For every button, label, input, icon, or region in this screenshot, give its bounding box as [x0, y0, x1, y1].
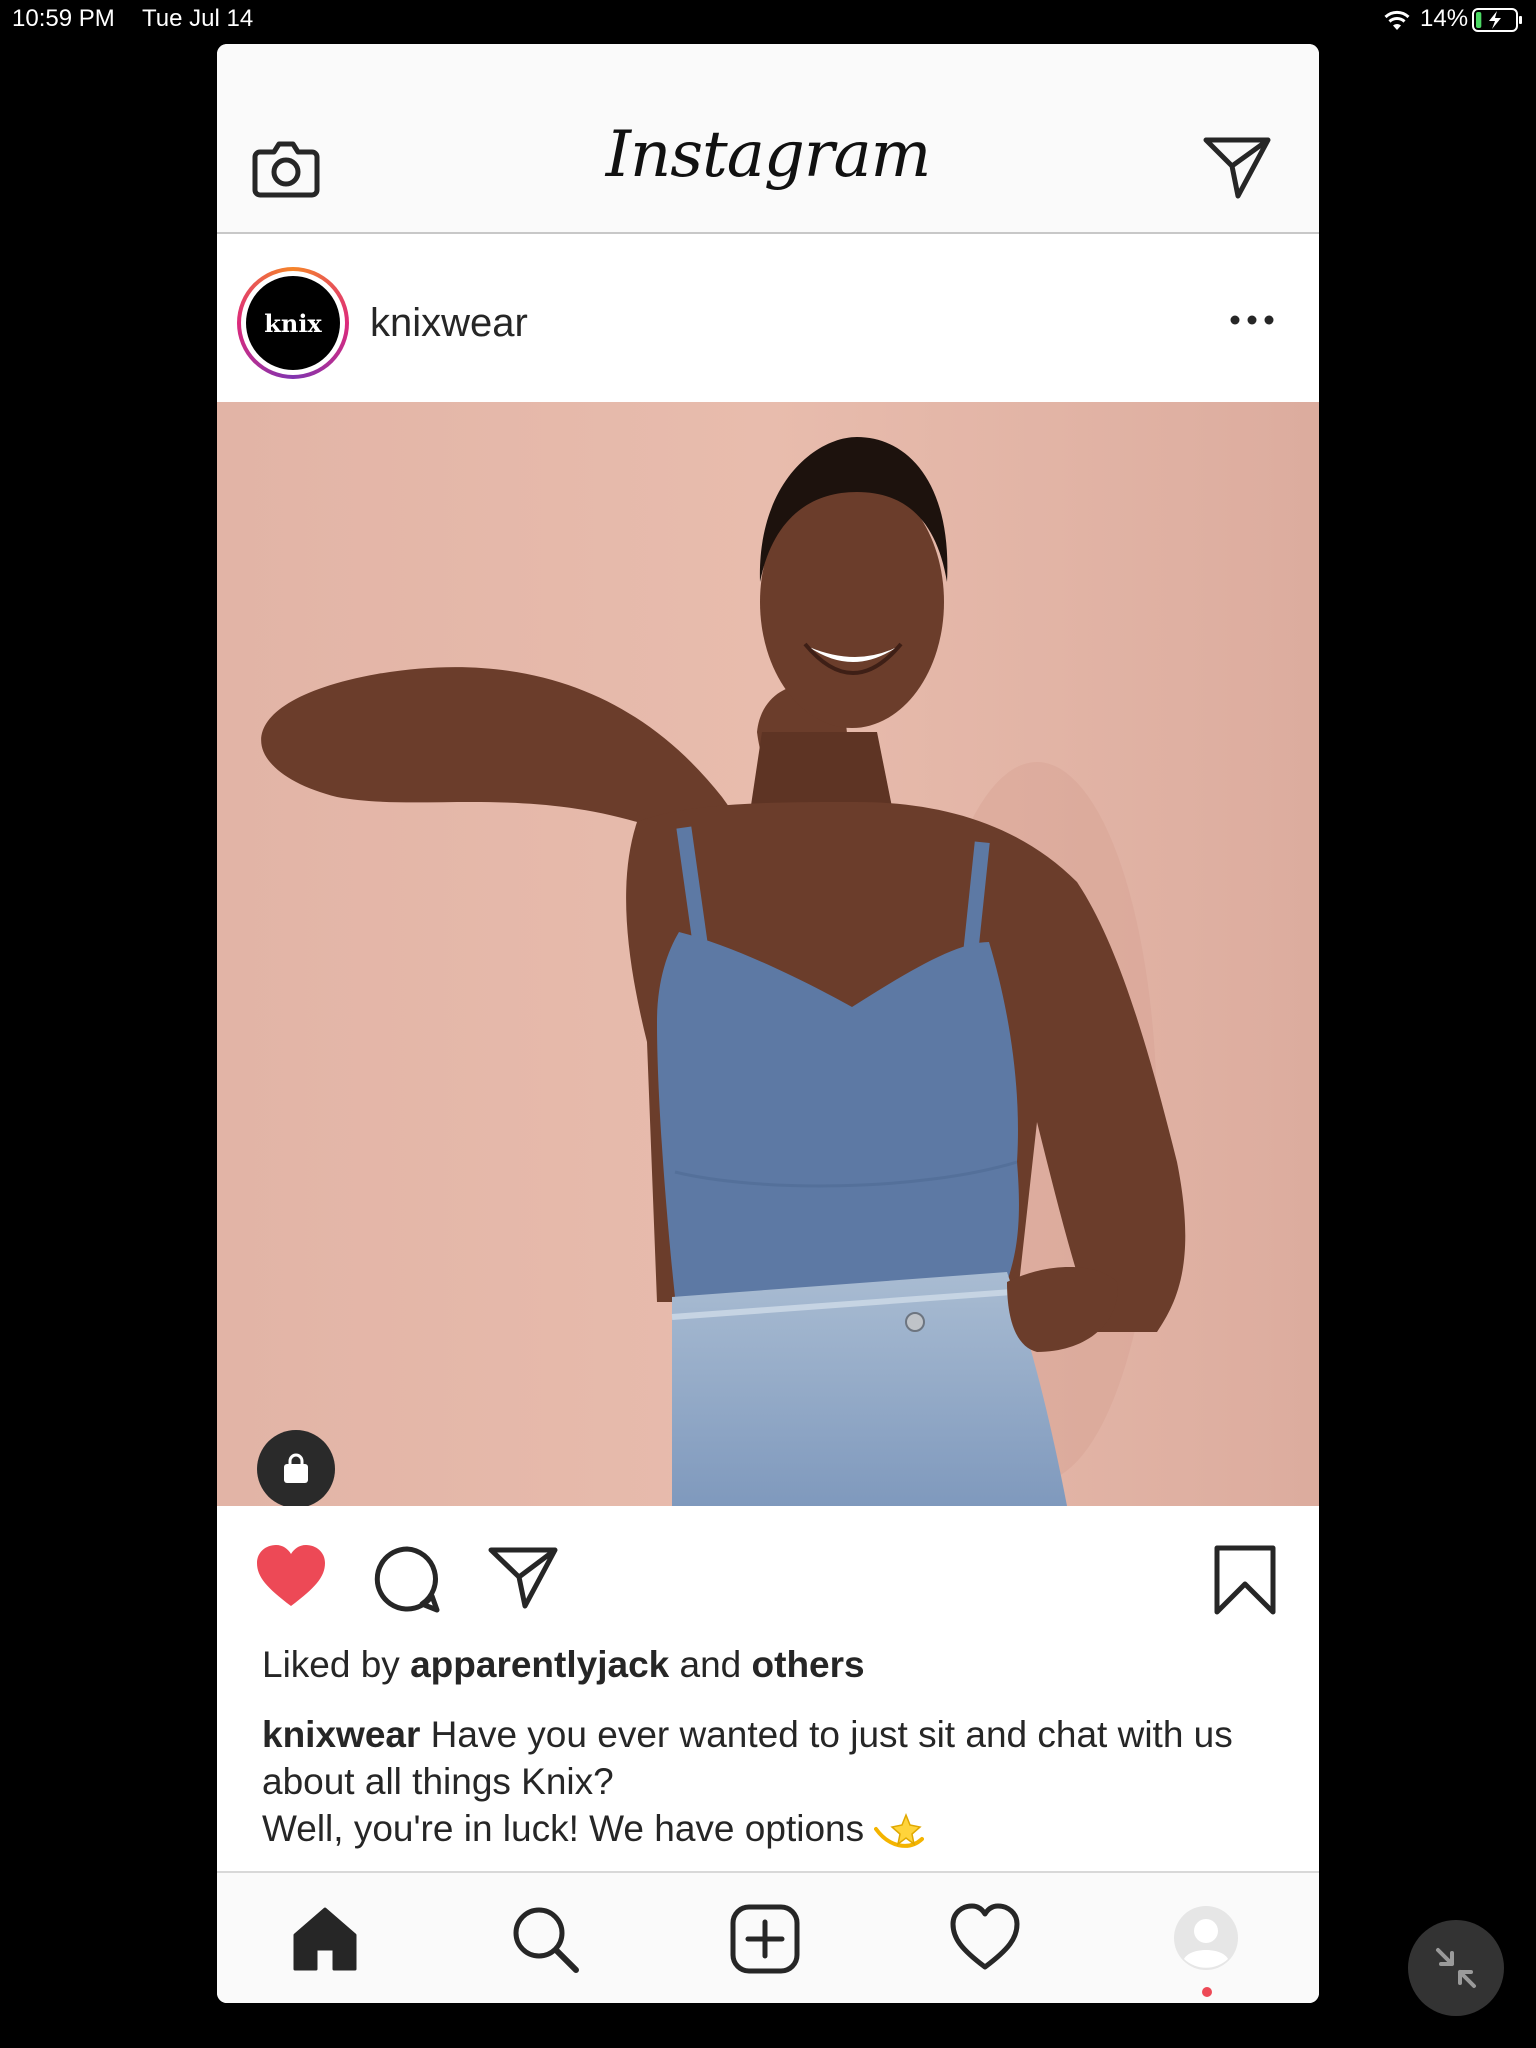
status-time: 10:59 PM [12, 5, 115, 32]
app-header: Instagram [217, 44, 1319, 234]
notification-dot [1202, 1987, 1212, 1997]
home-icon[interactable] [289, 1903, 361, 1975]
activity-heart-icon[interactable] [949, 1903, 1021, 1975]
post-caption: knixwear Have you ever wanted to just si… [262, 1711, 1282, 1852]
like-heart-icon[interactable] [255, 1544, 327, 1610]
post-actions [217, 1506, 1319, 1616]
liked-by-prefix: Liked by [262, 1644, 400, 1685]
bookmark-icon[interactable] [1212, 1544, 1278, 1616]
status-date: Tue Jul 14 [142, 5, 254, 32]
liked-by-line: Liked by apparentlyjack and others [262, 1644, 865, 1686]
caption-line-2: Well, you're in luck! We have options [262, 1808, 865, 1849]
battery-percent: 14% [1420, 5, 1469, 32]
liked-by-user-link[interactable]: apparentlyjack [410, 1644, 669, 1685]
collapse-arrows-icon [1436, 1948, 1476, 1988]
bottom-tab-bar [217, 1871, 1319, 2003]
add-post-icon[interactable] [729, 1903, 801, 1975]
shopping-bag-icon [284, 1453, 308, 1483]
status-bar: 10:59 PM Tue Jul 14 14% [0, 0, 1536, 40]
post-username[interactable]: knixwear [370, 301, 528, 346]
search-icon[interactable] [509, 1903, 581, 1975]
dizzy-emoji-icon [874, 1812, 925, 1848]
camera-icon[interactable] [250, 132, 322, 204]
minimize-window-button[interactable] [1408, 1920, 1504, 2016]
post-photo-illustration [261, 437, 1186, 1506]
instagram-logo[interactable]: Instagram [517, 118, 1019, 192]
share-icon[interactable] [487, 1544, 559, 1610]
instagram-app-frame: Instagram knix knixwear Liked by apparen… [217, 44, 1319, 2003]
post-header: knix knixwear [217, 234, 1319, 402]
post-image[interactable] [217, 402, 1319, 1506]
liked-by-and: and [679, 1644, 742, 1685]
shopping-tag-button[interactable] [257, 1430, 335, 1506]
more-options-icon[interactable] [1229, 314, 1275, 326]
caption-username[interactable]: knixwear [262, 1714, 420, 1755]
avatar: knix [246, 276, 340, 370]
direct-message-icon[interactable] [1202, 132, 1272, 202]
battery-charging-icon [1472, 8, 1522, 32]
comment-icon[interactable] [372, 1544, 442, 1614]
liked-by-others-link[interactable]: others [752, 1644, 865, 1685]
wifi-icon [1384, 10, 1410, 30]
profile-icon[interactable] [1173, 1905, 1239, 1971]
story-ring[interactable]: knix [237, 267, 349, 379]
